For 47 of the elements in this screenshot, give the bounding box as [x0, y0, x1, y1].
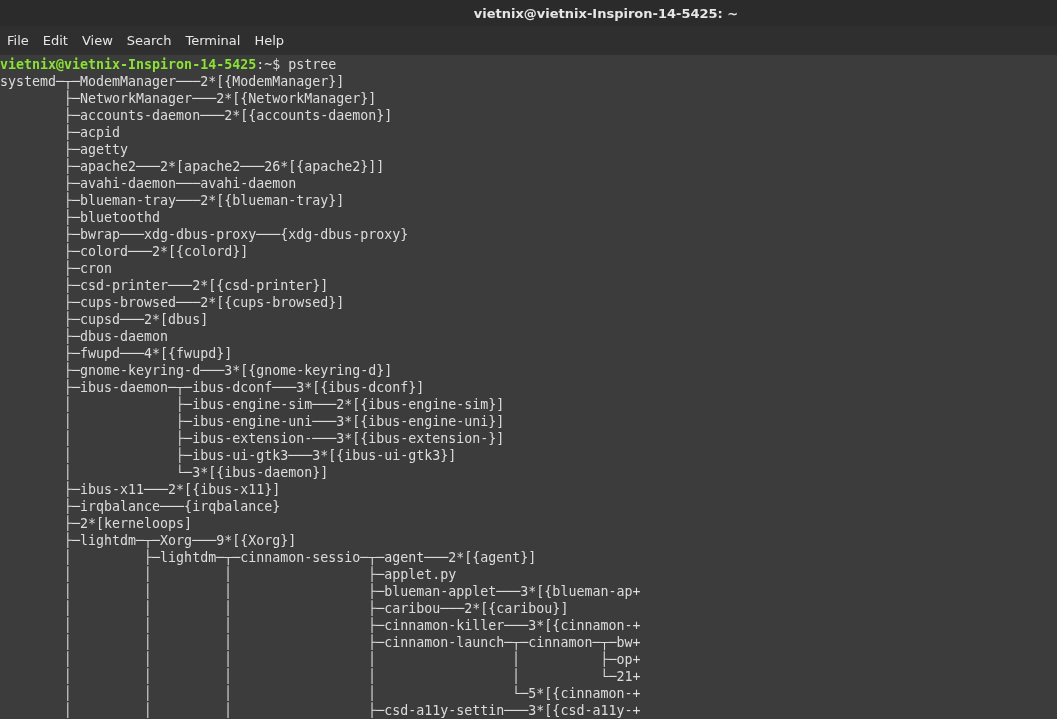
- terminal-line: ├─acpid: [63, 125, 121, 140]
- terminal-line: ├─agetty: [63, 142, 129, 157]
- terminal-line: │ ├─lightdm─┬─cinnamon-sessio─┬─agent───2*[{agent}]: [63, 550, 537, 565]
- terminal-line: ├─accounts-daemon───2*[{accounts-daemon}]: [63, 108, 393, 123]
- terminal-line: ├─bluetoothd: [63, 210, 161, 225]
- terminal-line: ├─csd-printer───2*[{csd-printer}]: [63, 278, 329, 293]
- terminal-line: ├─dbus-daemon: [63, 329, 169, 344]
- menu-item[interactable]: Search: [121, 31, 177, 50]
- terminal-line: │ │ │ ├─blueman-applet───3*[{blueman-ap+: [63, 584, 641, 599]
- window-title: vietnix@vietnix-Inspiron-14-5425: ~: [473, 5, 739, 21]
- terminal-line: │ └─3*[{ibus-daemon}]: [63, 465, 329, 480]
- terminal-line: │ ├─ibus-engine-uni───3*[{ibus-engine-uni}]: [63, 414, 505, 429]
- terminal-line: ├─lightdm─┬─Xorg───9*[{Xorg}]: [63, 533, 297, 548]
- terminal-line: │ │ │ ├─applet.py: [63, 567, 457, 582]
- terminal-line: ├─cupsd───2*[dbus]: [63, 312, 209, 327]
- menu-item[interactable]: Help: [249, 31, 290, 50]
- terminal-line: ├─cron: [63, 261, 113, 276]
- terminal-line: │ │ │ ├─csd-a11y-settin───3*[{csd-a11y-+: [63, 703, 641, 718]
- menu-item[interactable]: Terminal: [180, 31, 246, 50]
- menu-item[interactable]: Edit: [37, 31, 73, 50]
- terminal-line: ├─cups-browsed───2*[{cups-browsed}]: [63, 295, 345, 310]
- terminal-line: ├─ibus-daemon─┬─ibus-dconf───3*[{ibus-dconf}]: [63, 380, 425, 395]
- terminal-line: ├─avahi-daemon───avahi-daemon: [63, 176, 297, 191]
- terminal-line: ├─ibus-x11───2*[{ibus-x11}]: [63, 482, 281, 497]
- terminal-line: ├─apache2───2*[apache2───26*[{apache2}]]: [63, 159, 385, 174]
- menu-item[interactable]: View: [76, 31, 118, 50]
- prompt-user-host: vietnix@vietnix-Inspiron-14-5425: [0, 57, 257, 72]
- terminal-line: │ │ │ │ │ └─21+: [63, 669, 641, 684]
- terminal-line: │ ├─ibus-extension-───3*[{ibus-extension-}]: [63, 431, 505, 446]
- terminal-line: systemd─┬─ModemManager───2*[{ModemManager}]: [0, 74, 345, 89]
- terminal-line: │ │ │ ├─caribou───2*[{caribou}]: [63, 601, 569, 616]
- terminal-line: ├─colord───2*[{colord}]: [63, 244, 249, 259]
- terminal-line: ├─gnome-keyring-d───3*[{gnome-keyring-d}]: [63, 363, 393, 378]
- terminal-line: ├─fwupd───4*[{fwupd}]: [63, 346, 233, 361]
- terminal-line: │ │ │ ├─cinnamon-launch─┬─cinnamon─┬─bw+: [63, 635, 641, 650]
- terminal-line: ├─NetworkManager───2*[{NetworkManager}]: [64, 91, 377, 106]
- prompt-command: :~$ pstree: [256, 57, 337, 72]
- terminal-line: ├─2*[kerneloops]: [63, 516, 193, 531]
- terminal-line: │ │ │ │ └─5*[{cinnamon-+: [63, 686, 641, 701]
- terminal-line: ├─bwrap───xdg-dbus-proxy───{xdg-dbus-proxy}: [63, 227, 409, 242]
- terminal-line: │ ├─ibus-ui-gtk3───3*[{ibus-ui-gtk3}]: [63, 448, 457, 463]
- terminal-line: ├─blueman-tray───2*[{blueman-tray}]: [63, 193, 345, 208]
- terminal-line: ├─irqbalance───{irqbalance}: [63, 499, 281, 514]
- terminal-line: │ ├─ibus-engine-sim───2*[{ibus-engine-sim}]: [63, 397, 505, 412]
- menu-item[interactable]: File: [2, 31, 34, 50]
- terminal-line: │ │ │ │ │ ├─op+: [63, 652, 641, 667]
- terminal-line: │ │ │ ├─cinnamon-killer───3*[{cinnamon-+: [63, 618, 641, 633]
